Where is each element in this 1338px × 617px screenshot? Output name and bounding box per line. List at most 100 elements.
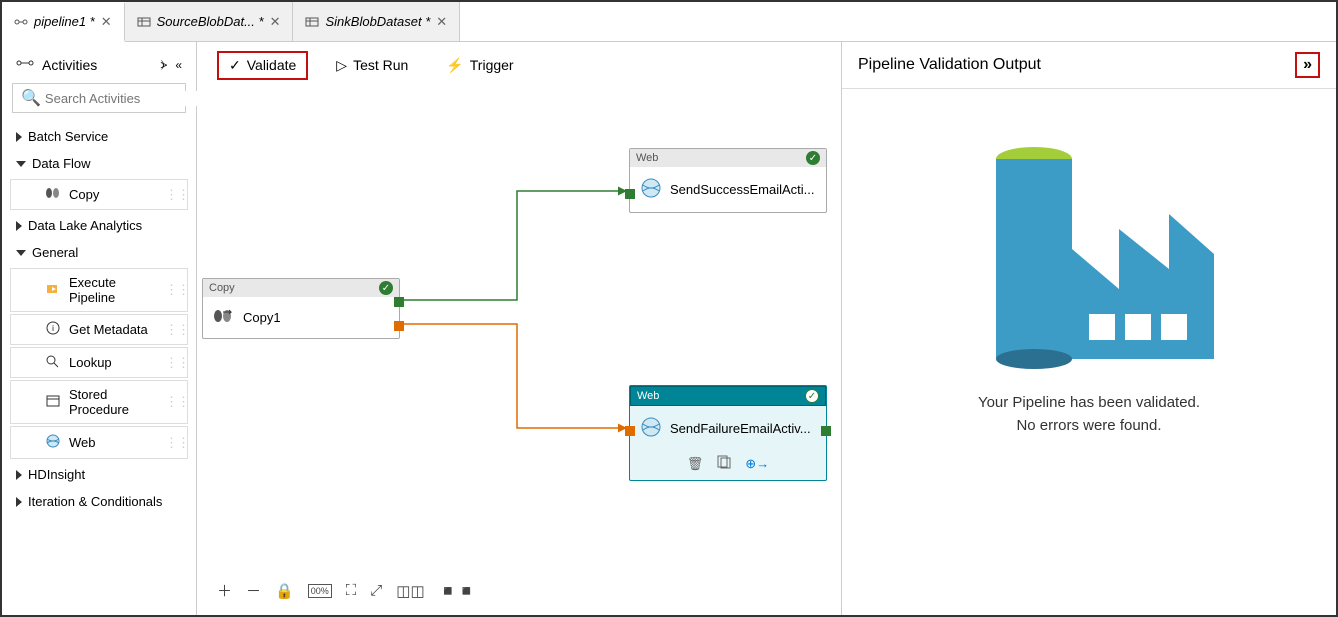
fit-icon[interactable]: ⛶ — [346, 582, 357, 599]
chevron-right-icon — [16, 470, 22, 480]
activities-icon — [16, 56, 34, 73]
chevron-down-icon — [16, 161, 26, 167]
tab-pipeline1[interactable]: pipeline1 * ✕ — [2, 3, 125, 42]
activity-item-copy[interactable]: Copy⋮⋮ — [10, 179, 188, 210]
close-icon[interactable]: ✕ — [270, 14, 281, 30]
tab-bar: pipeline1 * ✕ SourceBlobDat... * ✕ SinkB… — [2, 2, 1336, 42]
test-run-button[interactable]: ▷ Test Run — [326, 53, 418, 78]
fullscreen-icon[interactable]: ⤢ — [370, 582, 382, 599]
sidebar-section-general[interactable]: General — [2, 239, 196, 266]
validate-label: Validate — [247, 57, 297, 73]
tab-label: SourceBlobDat... * — [157, 14, 264, 29]
collapse-icon[interactable]: « — [175, 58, 182, 72]
activity-label: Web — [69, 435, 157, 450]
node-type-label: Web — [636, 152, 658, 164]
sidebar-section-hdinsight[interactable]: HDInsight — [2, 461, 196, 488]
meta-icon: i — [45, 321, 61, 338]
section-label: Iteration & Conditionals — [28, 494, 162, 509]
tab-sink-blob[interactable]: SinkBlobDataset * ✕ — [293, 2, 460, 41]
sidebar-section-iteration-conditionals[interactable]: Iteration & Conditionals — [2, 488, 196, 515]
activities-sidebar: Activities ⦔ « 🔍 Batch Service Data FlowC… — [2, 42, 197, 615]
web-icon — [640, 177, 662, 202]
search-input[interactable] — [45, 91, 221, 106]
status-valid-icon: ✓ — [806, 151, 820, 165]
zoom-reset-icon[interactable]: 00% — [308, 584, 332, 598]
activity-label: Stored Procedure — [69, 387, 157, 417]
delete-icon[interactable]: 🗑 — [687, 456, 704, 472]
drag-grip-icon[interactable]: ⋮⋮ — [165, 355, 173, 371]
node-copy1[interactable]: Copy ✓ Copy1 — [202, 278, 400, 339]
chevron-down-icon — [16, 250, 26, 256]
node-type-label: Copy — [209, 282, 235, 294]
autolayout-icon[interactable]: ◾◾ — [439, 582, 476, 600]
lookup-icon — [45, 354, 61, 371]
close-icon[interactable]: ✕ — [101, 14, 112, 30]
success-port[interactable] — [394, 297, 404, 307]
search-activities[interactable]: 🔍 — [12, 83, 186, 113]
node-type-label: Web — [637, 390, 659, 402]
activity-item-execute-pipeline[interactable]: Execute Pipeline⋮⋮ — [10, 268, 188, 312]
activities-title: Activities — [42, 57, 97, 73]
activity-item-stored-procedure[interactable]: Stored Procedure ⋮⋮ — [10, 380, 188, 424]
chevron-right-icon — [16, 221, 22, 231]
drag-grip-icon[interactable]: ⋮⋮ — [165, 394, 173, 410]
sidebar-section-data-flow[interactable]: Data Flow — [2, 150, 196, 177]
search-icon: 🔍 — [21, 88, 41, 108]
layout-icon[interactable]: ◫◫ — [396, 582, 424, 600]
section-label: HDInsight — [28, 467, 85, 482]
drag-grip-icon[interactable]: ⋮⋮ — [165, 435, 173, 451]
chevron-right-icon — [16, 132, 22, 142]
trigger-icon: ⚡ — [446, 57, 463, 74]
drag-grip-icon[interactable]: ⋮⋮ — [165, 322, 173, 338]
tab-source-blob[interactable]: SourceBlobDat... * ✕ — [125, 2, 294, 41]
activity-label: Get Metadata — [69, 322, 157, 337]
trigger-label: Trigger — [470, 57, 514, 73]
activity-item-lookup[interactable]: Lookup ⋮⋮ — [10, 347, 188, 378]
close-icon[interactable]: ✕ — [436, 14, 447, 30]
dataset-icon — [137, 15, 151, 29]
validation-msg-1: Your Pipeline has been validated. — [978, 392, 1200, 415]
zoom-in-icon[interactable]: ＋ — [217, 580, 232, 601]
expand-all-icon[interactable]: ⦔ — [161, 57, 168, 72]
section-label: Batch Service — [28, 129, 108, 144]
input-port[interactable] — [625, 426, 635, 436]
collapse-panel-button[interactable]: » — [1295, 52, 1320, 78]
test-run-label: Test Run — [353, 57, 408, 73]
check-icon: ✓ — [229, 57, 241, 74]
input-port[interactable] — [625, 189, 635, 199]
sp-icon — [45, 394, 61, 411]
sidebar-section-batch-service[interactable]: Batch Service — [2, 123, 196, 150]
canvas-area: ✓ Validate ▷ Test Run ⚡ Trigger — [197, 42, 841, 615]
trigger-button[interactable]: ⚡ Trigger — [436, 53, 523, 78]
sidebar-section-data-lake-analytics[interactable]: Data Lake Analytics — [2, 212, 196, 239]
section-label: Data Lake Analytics — [28, 218, 142, 233]
pipeline-canvas[interactable]: Copy ✓ Copy1 Web ✓ SendSuccessEmai — [197, 88, 841, 615]
tab-label: pipeline1 * — [34, 14, 95, 29]
zoom-out-icon[interactable]: － — [246, 580, 261, 601]
pipeline-icon — [14, 15, 28, 29]
failure-port[interactable] — [394, 321, 404, 331]
lock-icon[interactable]: 🔒 — [275, 582, 294, 600]
node-send-success-email[interactable]: Web ✓ SendSuccessEmailActi... — [629, 148, 827, 213]
validate-button[interactable]: ✓ Validate — [217, 51, 308, 80]
status-valid-icon: ✓ — [379, 281, 393, 295]
drag-grip-icon[interactable]: ⋮⋮ — [165, 282, 173, 298]
web-icon — [640, 416, 662, 441]
web-icon — [45, 433, 61, 452]
canvas-toolbar-top: ✓ Validate ▷ Test Run ⚡ Trigger — [197, 42, 841, 88]
drag-grip-icon[interactable]: ⋮⋮ — [165, 187, 173, 203]
validation-panel: Pipeline Validation Output » Your Pipeli… — [841, 42, 1336, 615]
validation-msg-2: No errors were found. — [978, 415, 1200, 438]
section-label: General — [32, 245, 78, 260]
copy-icon — [213, 307, 235, 328]
activity-item-get-metadata[interactable]: i Get Metadata ⋮⋮ — [10, 314, 188, 345]
clone-icon[interactable] — [717, 455, 731, 472]
node-send-failure-email[interactable]: Web ✓ SendFailureEmailActiv... 🗑 ⊕→ — [629, 385, 827, 481]
activity-label: Lookup — [69, 355, 157, 370]
output-port[interactable] — [821, 426, 831, 436]
node-name: SendSuccessEmailActi... — [670, 182, 815, 197]
add-output-icon[interactable]: ⊕→ — [745, 456, 769, 472]
dataset-icon — [305, 15, 319, 29]
activity-item-web[interactable]: Web ⋮⋮ — [10, 426, 188, 459]
node-name: Copy1 — [243, 310, 281, 325]
